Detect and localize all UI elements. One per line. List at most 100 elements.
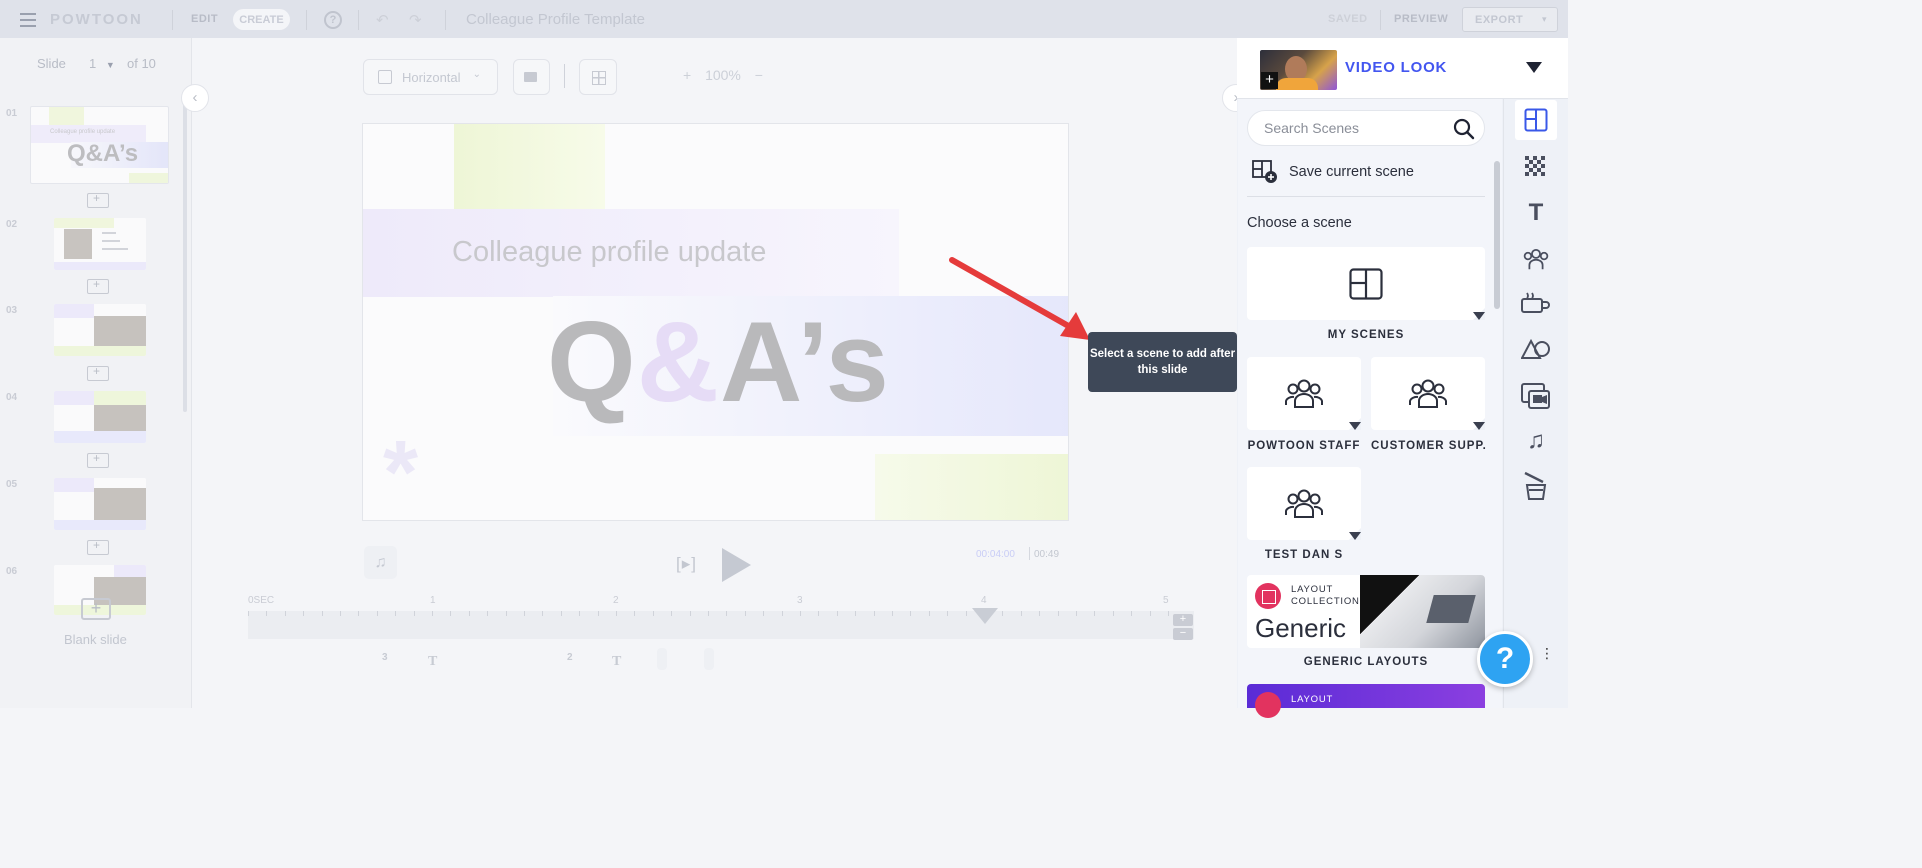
ruler-tick: [744, 611, 746, 616]
lock-icon[interactable]: [657, 648, 667, 670]
blank-slide-button[interactable]: Blank slide: [64, 632, 127, 647]
ruler-tick: [708, 611, 709, 616]
magic-category-icon[interactable]: [1515, 466, 1557, 506]
backgrounds-category-icon[interactable]: [1515, 147, 1557, 187]
canvas-big-amp: &: [636, 299, 721, 426]
ruler-tick: [671, 611, 673, 616]
ruler-tick: [1057, 611, 1059, 616]
ruler-label: 3: [797, 595, 803, 606]
zoom-out-icon[interactable]: −: [755, 67, 763, 83]
caret-down-icon[interactable]: [1473, 422, 1485, 430]
video-look-thumbnail[interactable]: +: [1260, 50, 1337, 90]
ruler-tick: [781, 611, 783, 616]
track-item[interactable]: 2: [567, 652, 573, 663]
redo-icon[interactable]: ↷: [409, 11, 422, 29]
asterisk-decoration-icon[interactable]: *: [383, 428, 418, 518]
add-scene-after-button[interactable]: [87, 191, 109, 208]
scene-label: TEST DAN S: [1264, 549, 1344, 561]
caret-down-icon[interactable]: [1349, 422, 1361, 430]
save-current-scene-button[interactable]: Save current scene: [1289, 164, 1414, 180]
add-scene-after-button[interactable]: [87, 364, 109, 381]
text-category-icon[interactable]: T: [1515, 193, 1557, 233]
slide-thumbnail-03[interactable]: [54, 304, 146, 356]
timeline-ruler[interactable]: [248, 611, 1194, 639]
play-icon[interactable]: [722, 548, 751, 582]
slide-thumbnail-04[interactable]: [54, 391, 146, 443]
props-category-icon[interactable]: [1515, 283, 1557, 323]
canvas-title-text[interactable]: Colleague profile update: [452, 236, 766, 269]
zoom-in-icon[interactable]: +: [683, 67, 691, 83]
layout-collection-icon: [1255, 692, 1281, 718]
thumb-big-text: Q&A’s: [67, 140, 139, 167]
play-scene-icon[interactable]: [▸]: [676, 554, 697, 574]
timeline-zoom-in-button[interactable]: +: [1173, 614, 1193, 626]
create-mode-button[interactable]: CREATE: [233, 9, 290, 30]
ruler-tick: [1020, 611, 1022, 616]
look-title[interactable]: VIDEO LOOK: [1345, 59, 1447, 76]
scene-label: GENERIC LAYOUTS: [1303, 656, 1429, 668]
generic-layouts-card[interactable]: LAYOUT COLLECTION Generic: [1247, 575, 1485, 648]
slide-number-select[interactable]: 1 ▼: [89, 56, 115, 71]
project-title[interactable]: Colleague Profile Template: [466, 11, 645, 28]
powtoon-logo[interactable]: POWTOON: [50, 11, 143, 28]
search-icon[interactable]: [1453, 118, 1475, 140]
save-scene-icon[interactable]: [1252, 160, 1278, 184]
camera-button[interactable]: [513, 59, 550, 95]
text-track-icon[interactable]: T: [428, 654, 437, 670]
ruler-tick: [855, 611, 857, 616]
export-button[interactable]: EXPORT ▾: [1462, 7, 1558, 32]
ruler-tick: [928, 611, 930, 616]
track-item[interactable]: 3: [382, 652, 388, 663]
slide-thumbnail-01[interactable]: Colleague profile update Q&A’s: [30, 106, 169, 184]
scene-label: CUSTOMER SUPP...: [1371, 440, 1487, 452]
hamburger-menu-icon[interactable]: [20, 13, 36, 31]
add-scene-after-button[interactable]: [87, 538, 109, 555]
lock-icon[interactable]: [704, 648, 714, 670]
caret-down-icon[interactable]: [1349, 532, 1361, 540]
slide-thumbnail-02[interactable]: [54, 218, 146, 270]
preview-button[interactable]: PREVIEW: [1394, 13, 1448, 25]
collapse-left-panel-button[interactable]: ‹: [181, 84, 209, 112]
music-icon[interactable]: ♫: [364, 546, 397, 579]
help-chat-button[interactable]: ?: [1477, 631, 1533, 687]
characters-category-icon[interactable]: [1515, 239, 1557, 279]
add-scene-after-button[interactable]: [87, 277, 109, 294]
search-input[interactable]: [1264, 120, 1444, 136]
text-track-icon[interactable]: T: [612, 654, 621, 670]
thumb-number: 02: [6, 219, 18, 230]
undo-icon[interactable]: ↶: [376, 11, 389, 29]
divider: [445, 10, 446, 30]
ruler-tick: [284, 611, 286, 616]
caret-down-icon[interactable]: [1473, 312, 1485, 320]
users-group-icon: [1285, 379, 1323, 408]
scenes-category-icon[interactable]: [1515, 100, 1557, 140]
timeline-zoom-out-button[interactable]: −: [1173, 628, 1193, 640]
help-icon[interactable]: ?: [324, 11, 342, 29]
slides-scrollbar[interactable]: [183, 100, 187, 412]
blank-slide-icon[interactable]: +: [81, 598, 111, 620]
add-scene-after-button[interactable]: [87, 451, 109, 468]
search-scenes-field[interactable]: [1247, 110, 1485, 146]
ruler-tick: [836, 611, 838, 616]
ruler-tick: [892, 611, 893, 616]
ruler-tick: [376, 611, 378, 616]
timeline-zoom: + −: [1173, 614, 1193, 640]
slide-thumbnail-05[interactable]: [54, 478, 146, 530]
playhead[interactable]: [972, 608, 998, 624]
shapes-category-icon[interactable]: [1515, 330, 1557, 370]
music-category-icon[interactable]: ♫: [1515, 421, 1557, 461]
media-category-icon[interactable]: [1515, 376, 1557, 416]
ruler-label: 1: [430, 595, 436, 606]
orientation-select[interactable]: Horizontal ⌄: [363, 59, 498, 95]
ruler-tick: [1168, 611, 1169, 616]
canvas-big-q: Q: [547, 299, 637, 426]
caret-down-icon[interactable]: [1526, 62, 1542, 73]
total-time: 00:49: [1034, 549, 1060, 560]
layout-collection-card[interactable]: LAYOUT: [1247, 684, 1485, 718]
edit-mode-button[interactable]: EDIT: [191, 13, 218, 25]
grid-toggle-button[interactable]: [579, 59, 617, 95]
more-options-icon[interactable]: ⋮: [1540, 646, 1554, 660]
divider: [564, 64, 565, 88]
canvas-big-text[interactable]: Q&A’s: [547, 297, 890, 428]
scenes-scrollbar[interactable]: [1494, 161, 1500, 309]
